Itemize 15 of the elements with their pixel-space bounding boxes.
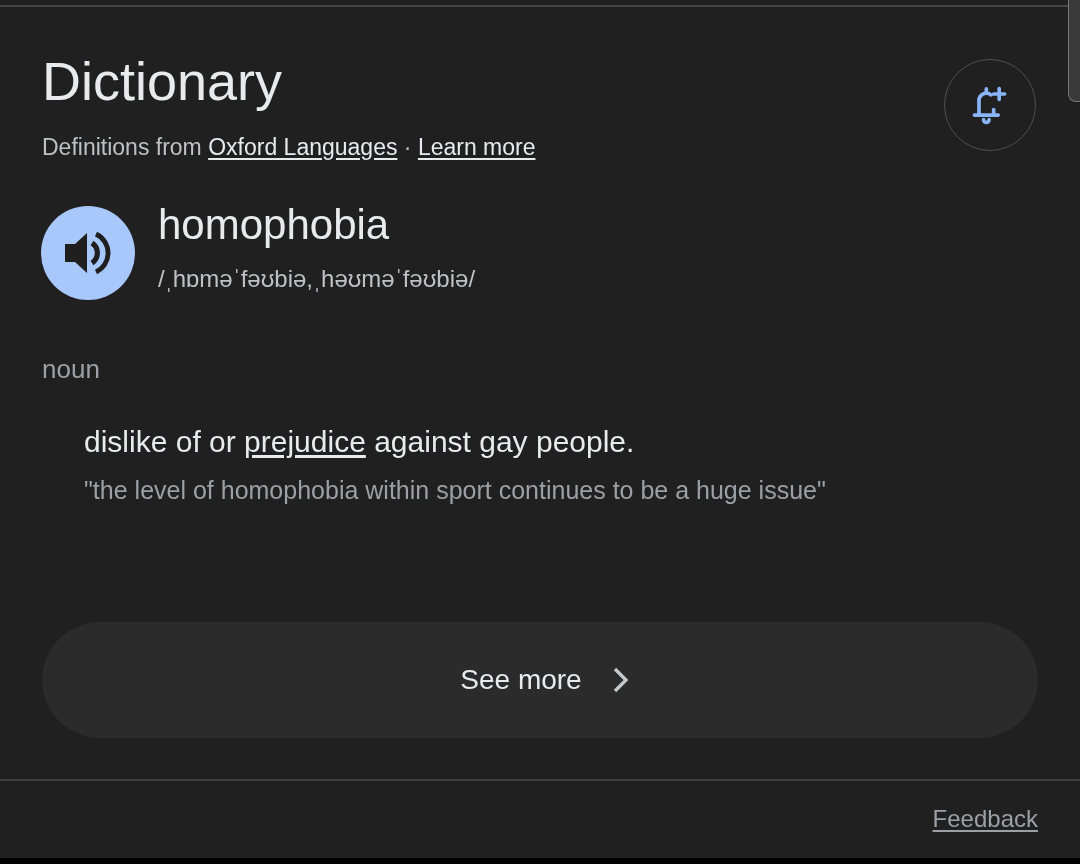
part-of-speech: noun — [42, 353, 101, 385]
dictionary-title: Dictionary — [42, 50, 284, 113]
phonetic-spelling: /ˌhɒməˈfəʊbiə,ˌhəʊməˈfəʊbiə/ — [158, 264, 476, 294]
headword: homophobia — [158, 200, 391, 250]
feedback-link[interactable]: Feedback — [932, 804, 1038, 834]
scrollbar-thumb[interactable] — [1068, 0, 1080, 102]
speaker-icon — [65, 232, 111, 274]
example-sentence: "the level of homophobia within sport continues to be a huge issue" — [84, 475, 827, 506]
definition-text: dislike of or prejudice against gay people. — [84, 424, 636, 460]
learn-more-link[interactable]: Learn more — [417, 134, 536, 160]
source-line: Definitions from Oxford Languages · Learn more — [42, 133, 536, 162]
source-link[interactable]: Oxford Languages — [208, 134, 398, 160]
word-link[interactable]: prejudice — [244, 425, 366, 458]
chevron-right-icon — [611, 667, 630, 693]
see-more-button[interactable]: See more — [42, 622, 1038, 738]
